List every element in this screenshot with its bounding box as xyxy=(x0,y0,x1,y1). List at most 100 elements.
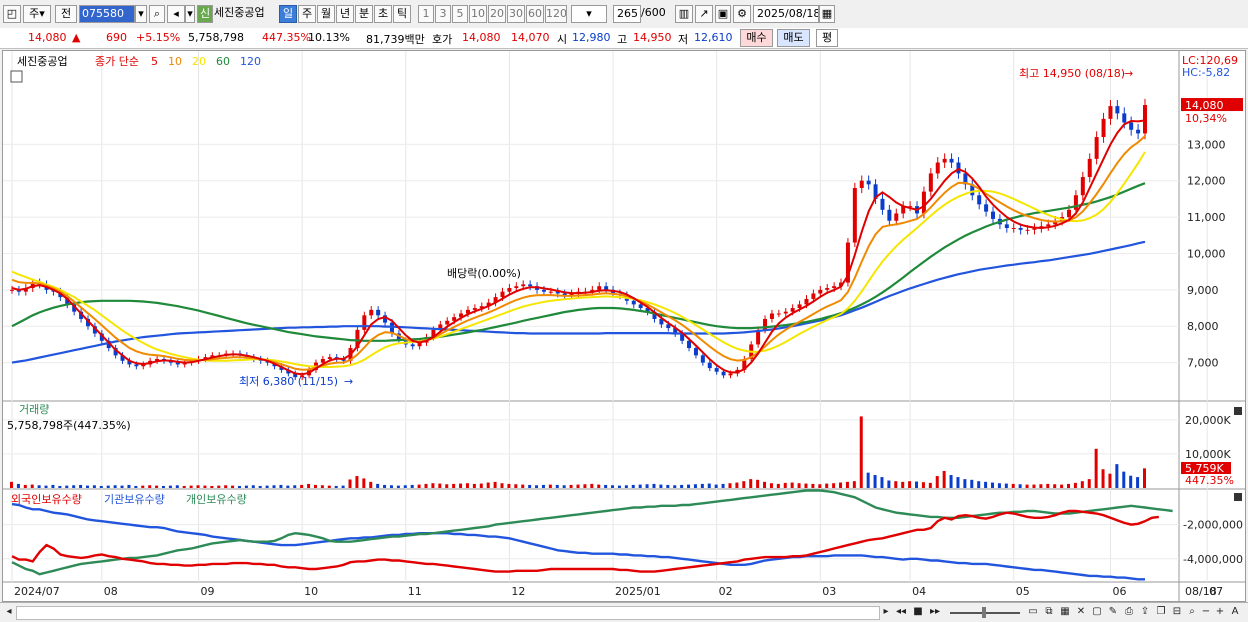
prev-fast-icon[interactable]: ◂◂ xyxy=(894,605,908,619)
chart-type-icon[interactable]: ▥ xyxy=(675,5,693,23)
candle-body xyxy=(687,340,692,349)
count-max: /600 xyxy=(641,6,666,19)
period-button-6[interactable]: 틱 xyxy=(393,5,411,23)
volume-bar xyxy=(320,485,324,488)
zoom-out-icon[interactable]: − xyxy=(1200,605,1212,619)
candle-body xyxy=(1011,228,1016,229)
screenshot-icon[interactable]: ▢ xyxy=(1090,605,1104,619)
search-zoom-icon[interactable]: ⌕ xyxy=(1186,605,1198,619)
volume-bar xyxy=(797,483,801,488)
candle-body xyxy=(638,304,643,309)
interval-button-60[interactable]: 60 xyxy=(526,5,544,23)
font-size-icon[interactable]: A xyxy=(1228,605,1242,619)
save-icon[interactable]: ▣ xyxy=(715,5,731,23)
period-button-0[interactable]: 일 xyxy=(279,5,297,23)
interval-button-5[interactable]: 5 xyxy=(452,5,468,23)
volume-bar xyxy=(997,483,1001,488)
volume-bar xyxy=(182,485,186,488)
period-button-5[interactable]: 초 xyxy=(374,5,392,23)
price-tick-label: 9,000 xyxy=(1187,284,1219,297)
candle-body xyxy=(1046,224,1051,227)
scroll-right-icon[interactable]: ▸ xyxy=(880,605,892,619)
volume-bar xyxy=(507,483,511,488)
interval-button-10[interactable]: 10 xyxy=(469,5,487,23)
volume-bar xyxy=(92,485,96,488)
volume-bar xyxy=(852,481,856,488)
volume-bar xyxy=(1073,482,1077,488)
period-button-1[interactable]: 주 xyxy=(298,5,316,23)
volume-bar xyxy=(348,479,352,488)
market-type-select[interactable]: 주▾ xyxy=(23,5,51,23)
grid-icon[interactable]: ▦ xyxy=(1058,605,1072,619)
draw-tool-icon[interactable]: ↗ xyxy=(695,5,713,23)
stock-code-input[interactable]: 075580 xyxy=(79,5,135,23)
candle-body xyxy=(728,373,733,376)
interval-button-1[interactable]: 1 xyxy=(418,5,434,23)
next-fast-icon[interactable]: ▸▸ xyxy=(928,605,942,619)
layout-icon[interactable]: ▭ xyxy=(1026,605,1040,619)
volume-bar xyxy=(1087,479,1091,488)
volume-bar xyxy=(1101,469,1105,488)
window-menu-icon[interactable]: ◰ xyxy=(3,5,21,23)
volume-bar xyxy=(887,480,891,488)
interval-button-120[interactable]: 120 xyxy=(545,5,567,23)
interval-button-20[interactable]: 20 xyxy=(488,5,506,23)
scroll-left-icon[interactable]: ◂ xyxy=(4,605,14,619)
price-change: 690 xyxy=(106,31,127,44)
speaker-dropdown-icon[interactable]: ▾ xyxy=(185,5,195,23)
interval-custom-select[interactable]: ▾ xyxy=(571,5,607,23)
export-icon[interactable]: ⇪ xyxy=(1138,605,1152,619)
volume-bar xyxy=(37,485,41,488)
volume-bar xyxy=(645,484,649,488)
date-input[interactable]: 2025/08/18 xyxy=(753,5,819,23)
volume-bar xyxy=(756,479,760,488)
candle-body xyxy=(1143,105,1147,134)
prefix-button[interactable]: 전 xyxy=(55,5,77,23)
volume-bar xyxy=(472,483,476,488)
volume-bar xyxy=(258,485,262,488)
candle-body xyxy=(859,180,864,188)
pen-icon[interactable]: ✎ xyxy=(1106,605,1120,619)
interval-button-30[interactable]: 30 xyxy=(507,5,525,23)
volume-close-icon xyxy=(1234,407,1242,415)
code-dropdown-icon[interactable]: ▾ xyxy=(135,5,147,23)
volume-bar xyxy=(44,485,48,488)
copy-icon[interactable]: ⧉ xyxy=(1042,605,1056,619)
volume-bar xyxy=(334,485,338,488)
restore-icon[interactable]: ⊟ xyxy=(1170,605,1184,619)
crosshair-icon[interactable]: ✕ xyxy=(1074,605,1088,619)
calendar-icon[interactable]: ▦ xyxy=(819,5,835,23)
eval-button[interactable]: 평 xyxy=(816,29,838,47)
settings-gear-icon[interactable]: ⚙ xyxy=(733,5,751,23)
zoom-slider-handle[interactable] xyxy=(982,607,986,618)
buy-button[interactable]: 매수 xyxy=(740,29,773,47)
speaker-icon[interactable]: ◂ xyxy=(167,5,185,23)
sell-button[interactable]: 매도 xyxy=(777,29,810,47)
search-icon[interactable]: ⌕ xyxy=(149,5,165,23)
volume-bar xyxy=(327,485,331,488)
candle-body xyxy=(977,195,982,205)
price-tick-label: 8,000 xyxy=(1187,320,1219,333)
period-button-2[interactable]: 월 xyxy=(317,5,335,23)
chart-area[interactable]: 2024/0708091011122025/010203040506070808… xyxy=(2,50,1246,602)
volume-value: 5,758,798주(447.35%) xyxy=(7,419,131,432)
period-button-3[interactable]: 년 xyxy=(336,5,354,23)
zoom-in-icon[interactable]: + xyxy=(1214,605,1226,619)
window-icon[interactable]: ❐ xyxy=(1154,605,1168,619)
stop-icon[interactable]: ■ xyxy=(912,605,924,619)
x-axis-end-label: 08/18 xyxy=(1185,585,1217,598)
volume-bar xyxy=(611,485,615,488)
interval-button-3[interactable]: 3 xyxy=(435,5,451,23)
open-price: 12,980 xyxy=(572,31,611,44)
chart-svg[interactable]: 2024/0708091011122025/010203040506070808… xyxy=(3,51,1245,601)
count-input[interactable]: 265 xyxy=(613,5,641,23)
volume-bar xyxy=(811,483,815,488)
price-tick-label: 10,000 xyxy=(1187,247,1226,260)
volume-bar xyxy=(1018,484,1022,488)
period-button-4[interactable]: 분 xyxy=(355,5,373,23)
toolbar: ◰ 주▾ 전 075580 ▾ ⌕ ◂ ▾ 신 세진중공업 일주월년분초틱 13… xyxy=(0,0,1248,29)
x-axis-label: 2025/01 xyxy=(615,585,661,598)
print-icon[interactable]: ⎙ xyxy=(1122,605,1136,619)
open-label: 시 xyxy=(557,33,568,46)
scroll-track[interactable] xyxy=(16,606,880,620)
